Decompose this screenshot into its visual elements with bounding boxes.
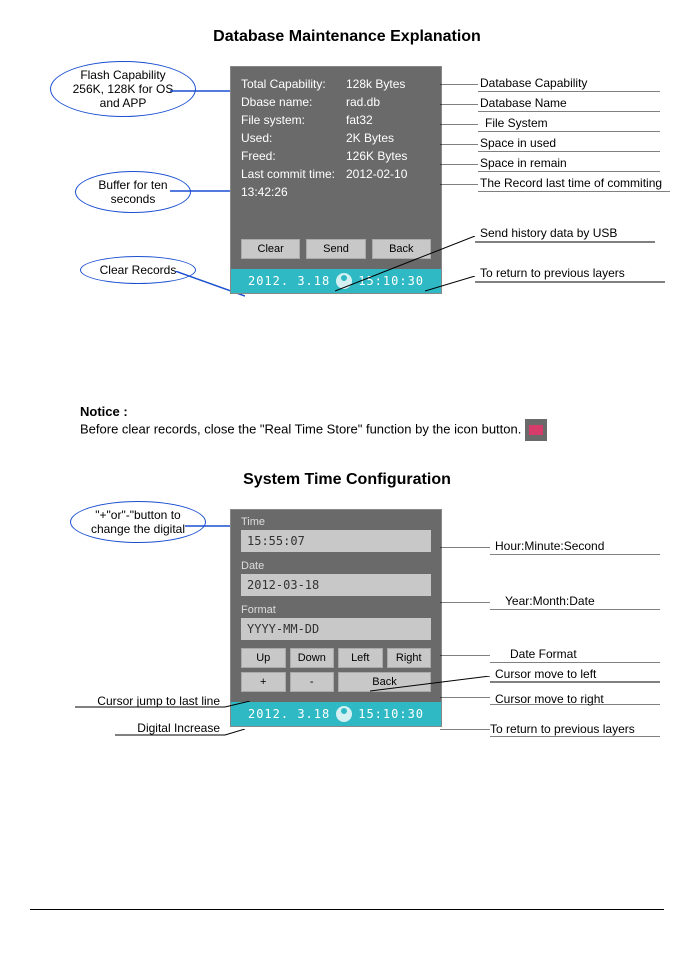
page-divider bbox=[30, 909, 664, 910]
value-file-system: fat32 bbox=[346, 113, 431, 127]
time-field-label: Time bbox=[241, 516, 431, 528]
status-date-2: 2012. 3.18 bbox=[248, 707, 330, 721]
value-last-commit-time: 13:42:26 bbox=[241, 185, 346, 199]
label-freed: Freed: bbox=[241, 149, 346, 163]
left-button[interactable]: Left bbox=[338, 648, 383, 668]
right-button[interactable]: Right bbox=[387, 648, 432, 668]
value-total-capability: 128k Bytes bbox=[346, 77, 431, 91]
label-last-commit: Last commit time: bbox=[241, 167, 346, 181]
down-button[interactable]: Down bbox=[290, 648, 335, 668]
notice-block: Notice : Before clear records, close the… bbox=[80, 404, 664, 441]
minus-button[interactable]: - bbox=[290, 672, 335, 692]
section1-title: Database Maintenance Explanation bbox=[30, 28, 664, 46]
plus-button[interactable]: + bbox=[241, 672, 286, 692]
clear-button[interactable]: Clear bbox=[241, 239, 300, 259]
label-file-system: File system: bbox=[241, 113, 346, 127]
value-used: 2K Bytes bbox=[346, 131, 431, 145]
format-field-label: Format bbox=[241, 604, 431, 616]
store-toggle-icon[interactable] bbox=[525, 419, 547, 441]
radiation-icon bbox=[336, 706, 352, 722]
status-time-2: 15:10:30 bbox=[358, 707, 424, 721]
notice-text: Before clear records, close the "Real Ti… bbox=[80, 421, 521, 436]
value-freed: 126K Bytes bbox=[346, 149, 431, 163]
status-date: 2012. 3.18 bbox=[248, 274, 330, 288]
value-dbase-name: rad.db bbox=[346, 95, 431, 109]
value-last-commit-date: 2012-02-10 bbox=[346, 167, 431, 181]
date-field-label: Date bbox=[241, 560, 431, 572]
date-input[interactable]: 2012-03-18 bbox=[241, 574, 431, 596]
status-bar-2: 2012. 3.18 15:10:30 bbox=[231, 702, 441, 726]
label-dbase-name: Dbase name: bbox=[241, 95, 346, 109]
up-button[interactable]: Up bbox=[241, 648, 286, 668]
time-input[interactable]: 15:55:07 bbox=[241, 530, 431, 552]
section2-title: System Time Configuration bbox=[30, 471, 664, 489]
label-total-capability: Total Capability: bbox=[241, 77, 346, 91]
notice-title: Notice : bbox=[80, 404, 664, 419]
label-used: Used: bbox=[241, 131, 346, 145]
format-input[interactable]: YYYY-MM-DD bbox=[241, 618, 431, 640]
